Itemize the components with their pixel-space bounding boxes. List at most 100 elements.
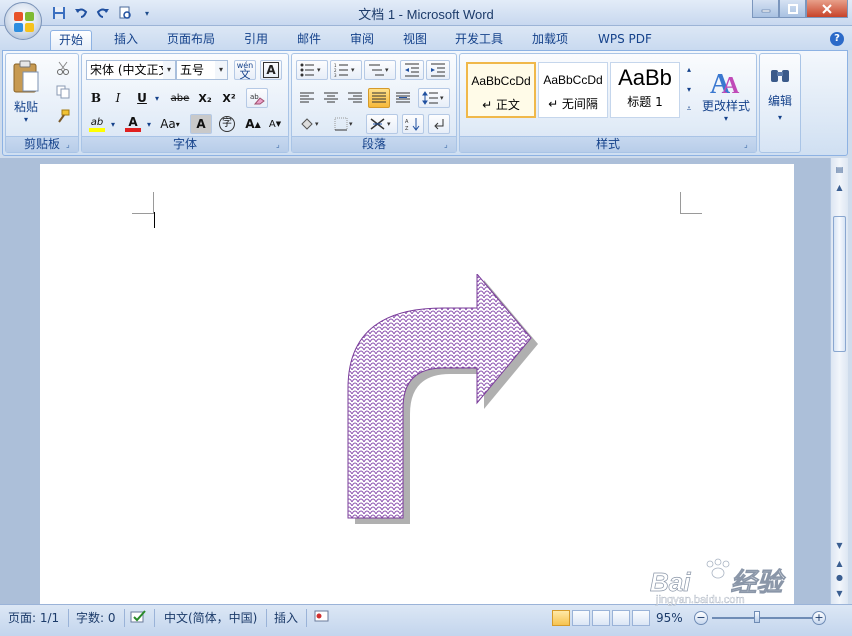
shrink-font-button[interactable]: A ▼: [264, 114, 286, 134]
zoom-in-icon[interactable]: +: [812, 611, 826, 625]
underline-button[interactable]: U: [132, 88, 152, 108]
multilevel-list-button[interactable]: ▾: [364, 60, 396, 80]
paste-dropdown-icon[interactable]: ▾: [24, 115, 28, 124]
align-center-button[interactable]: [320, 88, 342, 108]
highlight-button[interactable]: ab: [86, 114, 108, 134]
justify-button[interactable]: [368, 88, 390, 108]
tab-home[interactable]: 开始: [50, 30, 93, 50]
tab-view[interactable]: 视图: [395, 30, 435, 50]
crop-mark-top-right: [680, 192, 702, 214]
format-painter-button[interactable]: [52, 106, 74, 126]
bent-up-arrow-shape[interactable]: [340, 274, 550, 534]
phonetic-guide-button[interactable]: wén 文: [234, 60, 256, 80]
chinese-layout-button[interactable]: ▾: [366, 114, 398, 134]
zoom-slider-thumb[interactable]: [754, 611, 760, 623]
grow-font-icon: ▲: [254, 119, 261, 129]
align-right-button[interactable]: [344, 88, 366, 108]
align-left-button[interactable]: [296, 88, 318, 108]
minimize-icon[interactable]: [752, 0, 779, 18]
style-no-spacing[interactable]: AaBbCcDd ↵ 无间隔: [538, 62, 608, 118]
tab-insert[interactable]: 插入: [106, 30, 146, 50]
bullets-button[interactable]: ▾: [296, 60, 328, 80]
distributed-button[interactable]: [392, 88, 414, 108]
font-size-combo[interactable]: 五号 ▾: [176, 60, 228, 80]
underline-dropdown-icon[interactable]: ▾: [152, 88, 162, 108]
font-color-dropdown-icon[interactable]: ▾: [144, 114, 154, 134]
vertical-scrollbar[interactable]: ▤ ▲ ▼ ▲ ● ▼: [830, 158, 848, 604]
char-border-button[interactable]: A: [260, 60, 282, 80]
cut-button[interactable]: [52, 58, 74, 78]
font-name-dropdown-icon[interactable]: ▾: [163, 61, 175, 79]
language-status[interactable]: 中文(简体，中国): [164, 609, 257, 627]
char-shading-button[interactable]: A: [190, 114, 212, 134]
font-name-combo[interactable]: 宋体 (中文正文) ▾: [86, 60, 176, 80]
word-count[interactable]: 字数: 0: [76, 609, 116, 627]
office-button[interactable]: [4, 2, 42, 40]
previous-page-icon[interactable]: ▲: [832, 556, 847, 571]
tab-wps-pdf[interactable]: WPS PDF: [590, 30, 660, 50]
zoom-out-icon[interactable]: −: [694, 611, 708, 625]
style-normal[interactable]: AaBbCcDd ↵ 正文: [466, 62, 536, 118]
close-icon[interactable]: [806, 0, 848, 18]
scroll-thumb[interactable]: [833, 216, 846, 352]
scroll-down-icon[interactable]: ▼: [832, 538, 847, 553]
strikethrough-button[interactable]: abe: [168, 88, 192, 108]
maximize-icon[interactable]: [779, 0, 806, 18]
styles-more-icon[interactable]: ⩡: [683, 100, 695, 118]
scroll-up-icon[interactable]: ▲: [832, 180, 847, 195]
styles-scroll-up-icon[interactable]: ▴: [683, 60, 695, 78]
insert-mode-status[interactable]: 插入: [274, 609, 298, 627]
superscript-button[interactable]: X²: [218, 88, 240, 108]
help-icon[interactable]: ?: [830, 32, 844, 46]
font-launcher-icon[interactable]: ⌟: [276, 140, 285, 149]
tab-mailings[interactable]: 邮件: [289, 30, 329, 50]
font-color-button[interactable]: A: [122, 114, 144, 134]
numbering-button[interactable]: 1 2 3 ▾: [330, 60, 362, 80]
tab-developer[interactable]: 开发工具: [447, 30, 511, 50]
document-page[interactable]: [40, 164, 794, 604]
paragraph-group-label: 段落: [292, 136, 456, 152]
outline-view-icon[interactable]: [612, 610, 630, 626]
change-case-button[interactable]: Aa ▾: [156, 114, 184, 134]
tab-references[interactable]: 引用: [236, 30, 276, 50]
zoom-slider-track[interactable]: [712, 617, 812, 619]
change-styles-button[interactable]: A A 更改样式 ▾: [700, 58, 752, 132]
zoom-level[interactable]: 95%: [656, 609, 683, 627]
full-screen-reading-view-icon[interactable]: [572, 610, 590, 626]
borders-button[interactable]: ▾: [330, 114, 360, 134]
print-layout-view-icon[interactable]: [552, 610, 570, 626]
copy-button[interactable]: [52, 82, 74, 102]
sort-button[interactable]: AZ: [402, 114, 424, 134]
shading-button[interactable]: ▾: [296, 114, 326, 134]
styles-launcher-icon[interactable]: ⌟: [744, 140, 753, 149]
editing-button[interactable]: 编辑 ▾: [762, 58, 798, 130]
paragraph-launcher-icon[interactable]: ⌟: [444, 140, 453, 149]
subscript-button[interactable]: X₂: [194, 88, 216, 108]
increase-indent-button[interactable]: [426, 60, 450, 80]
web-layout-view-icon[interactable]: [592, 610, 610, 626]
bold-button[interactable]: B: [86, 88, 106, 108]
page-count[interactable]: 页面: 1/1: [8, 609, 59, 627]
macro-record-icon[interactable]: [314, 609, 330, 627]
ruler-toggle-icon[interactable]: ▤: [832, 162, 847, 177]
style-heading-1[interactable]: AaBb 标题 1: [610, 62, 680, 118]
next-page-icon[interactable]: ▼: [832, 586, 847, 601]
styles-scroll-down-icon[interactable]: ▾: [683, 80, 695, 98]
grow-font-button[interactable]: A ▲: [242, 114, 264, 134]
italic-button[interactable]: I: [108, 88, 128, 108]
enclose-char-button[interactable]: 字: [216, 114, 238, 134]
font-size-dropdown-icon[interactable]: ▾: [215, 61, 227, 79]
decrease-indent-button[interactable]: [400, 60, 424, 80]
tab-addins[interactable]: 加载项: [524, 30, 576, 50]
highlight-dropdown-icon[interactable]: ▾: [108, 114, 118, 134]
clear-formatting-button[interactable]: ab: [246, 88, 268, 108]
browse-object-icon[interactable]: ●: [832, 570, 847, 585]
tab-page-layout[interactable]: 页面布局: [159, 30, 223, 50]
tab-review[interactable]: 审阅: [342, 30, 382, 50]
paste-button[interactable]: 粘贴 ▾: [8, 56, 44, 128]
clipboard-launcher-icon[interactable]: ⌟: [66, 140, 75, 149]
line-spacing-button[interactable]: ▾: [418, 88, 450, 108]
draft-view-icon[interactable]: [632, 610, 650, 626]
proofing-status-icon[interactable]: [130, 609, 148, 627]
show-marks-button[interactable]: [428, 114, 450, 134]
